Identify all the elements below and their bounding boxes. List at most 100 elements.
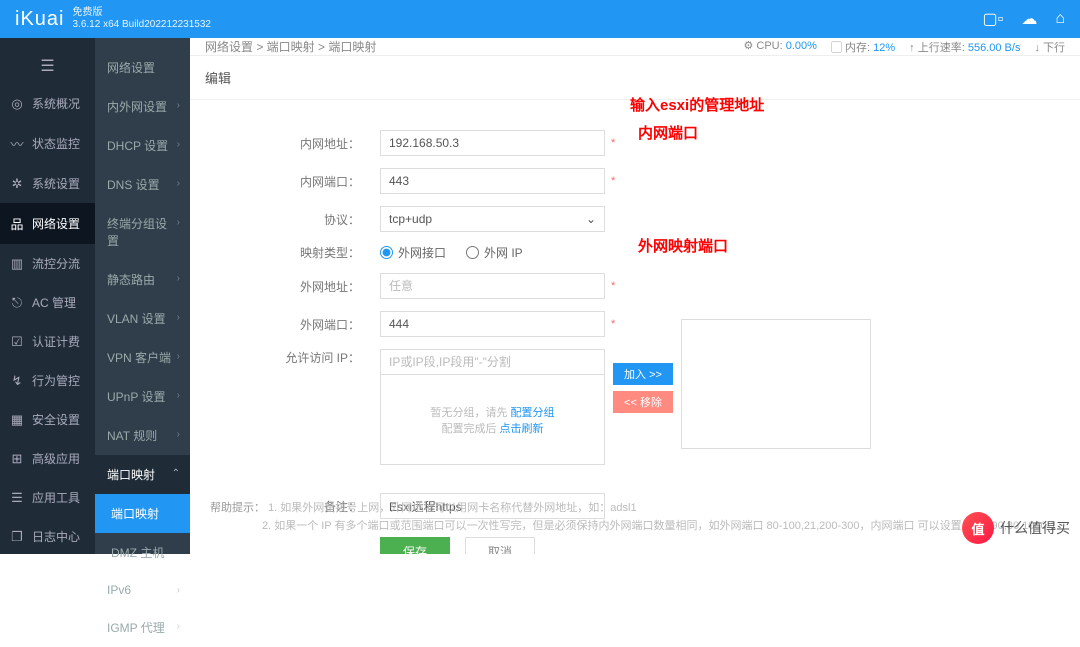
extranet-addr-input[interactable] (380, 273, 605, 299)
version-caption: 免费版 (72, 7, 210, 19)
chevron-right-icon: › (177, 139, 180, 150)
nav1-item[interactable]: ↯行为管控 (0, 361, 95, 400)
nav1-item-icon: ▦ (10, 412, 24, 428)
nav2-item[interactable]: NAT 规则› (95, 416, 190, 455)
chevron-right-icon: › (177, 429, 180, 440)
nav1-item[interactable]: ✲系统设置 (0, 164, 95, 203)
chevron-right-icon: › (177, 273, 180, 284)
map-type-ip-radio[interactable]: 外网 IP (466, 244, 523, 261)
intranet-port-input[interactable] (380, 168, 605, 194)
nav1-item-icon: ☰ (10, 490, 24, 506)
nav2-item[interactable]: IPv6› (95, 572, 190, 608)
refresh-link[interactable]: 点击刷新 (500, 423, 544, 435)
protocol-label: 协议： (270, 211, 380, 228)
allow-ip-label: 允许访问 IP： (270, 349, 380, 366)
nav2-subitem[interactable]: DMZ 主机 (95, 533, 190, 572)
nav1-item[interactable]: ▥ 流控分流 (0, 244, 95, 283)
cpu-status: ⚙ CPU: 0.00% (743, 39, 816, 55)
nav1-item[interactable]: ❐ 日志中心 (0, 517, 95, 556)
intranet-addr-label: 内网地址： (270, 135, 380, 152)
apps-icon[interactable]: ▢▫ (983, 9, 1004, 29)
nav2-item[interactable]: 静态路由› (95, 260, 190, 299)
primary-nav: ☰ ◎系统概况〰状态监控✲系统设置品网络设置▥流控分流⎋AC 管理☑认证计费↯行… (0, 38, 95, 554)
required-star: * (611, 175, 615, 187)
nav2-item[interactable]: 网络设置 (95, 48, 190, 87)
extranet-addr-label: 外网地址： (270, 278, 380, 295)
nav1-item[interactable]: ☑认证计费 (0, 322, 95, 361)
nav1-item[interactable]: ⎋AC 管理 (0, 283, 95, 322)
chevron-right-icon: › (177, 178, 180, 189)
help-hint: 帮助提示： 1. 如果外网是拨号上网，外网地址可以用网卡名称代替外网地址，如：a… (190, 489, 1080, 554)
nav1-item-icon: ▥ (10, 256, 24, 272)
nav2-item[interactable]: VPN 客户端› (95, 338, 190, 377)
nav2-item-active[interactable]: 端口映射⌃ (95, 455, 190, 494)
nav1-item-label: 日志中心 (32, 528, 80, 545)
chevron-right-icon: › (177, 312, 180, 323)
remove-button[interactable]: << 移除 (613, 391, 673, 413)
nav2-item[interactable]: IGMP 代理› (95, 608, 190, 647)
allow-ip-input[interactable] (380, 349, 605, 375)
nav2-item[interactable]: VLAN 设置› (95, 299, 190, 338)
nav1-item-label: 安全设置 (32, 411, 80, 428)
nav1-item-label: AC 管理 (32, 294, 76, 311)
nav1-item-label: 系统设置 (32, 175, 80, 192)
nav1-item-label: 应用工具 (32, 489, 80, 506)
chevron-down-icon: ⌄ (586, 212, 596, 226)
nav2-item[interactable]: 终端分组设置› (95, 204, 190, 260)
protocol-select[interactable]: tcp+udp ⌄ (380, 206, 605, 232)
nav1-item[interactable]: ▦ 安全设置 (0, 400, 95, 439)
watermark-badge: 值 什么值得买 (962, 512, 1070, 544)
map-type-radios: 外网接口 外网 IP (380, 244, 523, 261)
nav1-item[interactable]: ◎ 系统概况 (0, 84, 95, 123)
logo: iKuai (15, 8, 64, 31)
watermark-icon: 值 (962, 512, 994, 544)
cloud-icon[interactable]: ☁ (1021, 9, 1037, 29)
nav2-item[interactable]: DNS 设置› (95, 165, 190, 204)
map-type-interface-radio[interactable]: 外网接口 (380, 244, 446, 261)
nav1-item-label: 系统概况 (32, 95, 80, 112)
nav1-item-label: 状态监控 (32, 135, 80, 152)
nav1-item-icon: ❐ (10, 529, 24, 545)
annotation-extranet-port: 外网映射端口 (638, 235, 728, 256)
home-icon[interactable]: ⌂ (1055, 10, 1065, 28)
status-bar: ⚙ CPU: 0.00% ▢ 内存: 12% ↑ 上行速率: 556.00 B/… (743, 39, 1065, 55)
required-star: * (611, 137, 615, 149)
nav1-item-label: 流控分流 (32, 255, 80, 272)
watermark-text: 什么值得买 (1000, 518, 1070, 538)
required-star: * (611, 280, 615, 292)
breadcrumb-bar: 网络设置 > 端口映射 > 端口映射 ⚙ CPU: 0.00% ▢ 内存: 12… (190, 38, 1080, 56)
nav2-item[interactable]: UPnP 设置› (95, 377, 190, 416)
nav1-item-label: 网络设置 (32, 215, 80, 232)
nav2-item[interactable]: DHCP 设置› (95, 126, 190, 165)
nav1-item[interactable]: 〰状态监控 (0, 123, 95, 164)
selected-ip-box[interactable] (681, 319, 871, 449)
breadcrumb: 网络设置 > 端口映射 > 端口映射 (205, 38, 376, 55)
nav1-item-icon: ☑ (10, 334, 24, 350)
intranet-addr-input[interactable] (380, 130, 605, 156)
map-type-label: 映射类型： (270, 244, 380, 261)
nav1-item[interactable]: ☰ 应用工具 (0, 478, 95, 517)
group-select-box[interactable]: 暂无分组，请先 配置分组 配置完成后 点击刷新 (380, 375, 605, 465)
mem-status: ▢ 内存: 12% (831, 39, 895, 55)
annotation-intranet-addr: 输入esxi的管理地址 (630, 94, 764, 115)
main-content: 网络设置 > 端口映射 > 端口映射 ⚙ CPU: 0.00% ▢ 内存: 12… (190, 38, 1080, 554)
chevron-right-icon: › (177, 621, 180, 632)
nav1-item[interactable]: ⊞高级应用 (0, 439, 95, 478)
required-star: * (611, 318, 615, 330)
nav1-item[interactable]: 品网络设置 (0, 203, 95, 244)
nav1-item-icon: ◎ (10, 96, 24, 112)
app-header: iKuai 免费版 3.6.12 x64 Build202212231532 ▢… (0, 0, 1080, 38)
extranet-port-input[interactable] (380, 311, 605, 337)
version-block: 免费版 3.6.12 x64 Build202212231532 (72, 7, 210, 31)
up-speed-status: ↑ 上行速率: 556.00 B/s (909, 39, 1020, 55)
nav1-item-icon: ↯ (10, 373, 24, 389)
extranet-port-label: 外网端口： (270, 316, 380, 333)
annotation-intranet-port: 内网端口 (638, 122, 698, 143)
nav2-item[interactable]: 内外网设置› (95, 87, 190, 126)
nav2-subitem[interactable]: 端口映射 (95, 494, 190, 533)
header-icons: ▢▫ ☁ ⌂ (983, 9, 1065, 29)
nav1-item-icon: 〰 (10, 134, 24, 153)
nav-collapse-icon[interactable]: ☰ (0, 48, 95, 84)
config-group-link[interactable]: 配置分组 (511, 407, 555, 419)
add-button[interactable]: 加入 >> (613, 363, 673, 385)
